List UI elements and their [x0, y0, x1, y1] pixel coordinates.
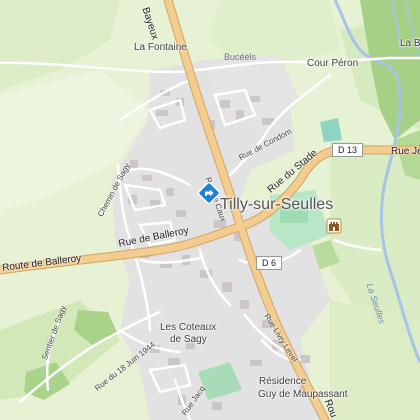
castle-icon[interactable] — [326, 218, 342, 234]
place-label-la-fontaine: La Fontaine — [134, 42, 187, 53]
map-viewport[interactable]: La Fontaine Bucéels Cour Péron La B Till… — [0, 0, 420, 420]
road-shield-d6: D 6 — [256, 256, 283, 270]
place-label-coteaux-line2: de Sagy — [170, 334, 207, 345]
place-label-residence-line2: Guy de Maupassant — [258, 389, 348, 400]
place-label-la-b: La B — [400, 38, 420, 49]
place-label-residence-line1: Résidence — [259, 376, 307, 387]
place-label-coteaux-line1: Les Coteaux — [160, 322, 217, 333]
road-shield-d13: D 13 — [332, 143, 364, 157]
location-marker-icon[interactable] — [197, 181, 221, 205]
road-label-rue-je: Rue Je — [391, 146, 420, 157]
place-label-bucels: Bucéels — [224, 52, 257, 62]
place-label-cour-peron: Cour Péron — [307, 58, 359, 69]
town-label-tilly-sur-seulles: Tilly-sur-Seulles — [220, 196, 334, 213]
